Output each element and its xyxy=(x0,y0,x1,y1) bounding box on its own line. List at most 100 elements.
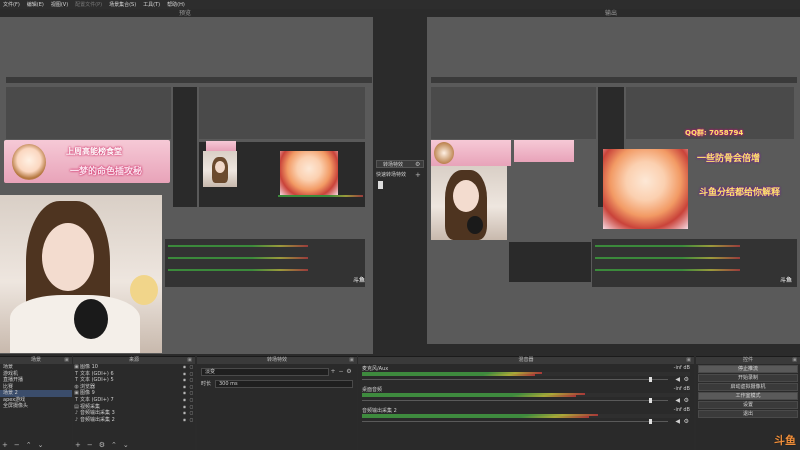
remove-source-icon[interactable]: − xyxy=(87,441,93,449)
nested-meter-r1 xyxy=(595,245,740,247)
dock-float-icon[interactable]: ▣ xyxy=(686,357,691,364)
nested-preview xyxy=(6,87,171,139)
dock-float-icon[interactable]: ▣ xyxy=(349,357,354,364)
source-item[interactable]: ♪ 音频输出采集 2 ◉ ▢ xyxy=(73,417,195,424)
volume-slider[interactable]: ◀ ⚙ xyxy=(362,376,690,383)
visibility-eye-icon[interactable]: ◉ xyxy=(181,364,188,371)
text-icon: T xyxy=(74,370,79,377)
program-nested-logo: 斗鱼 xyxy=(779,277,792,284)
sources-dock: 来源 ▣ ▣ 图像 10 ◉ ▢ T 文本 (GDI+) 6 ◉ ▢ T 文本 (GDI+) 5 ◉ ▢… xyxy=(73,356,195,450)
control-button-2[interactable]: 启动虚拟摄像机 xyxy=(698,383,798,391)
scene-item[interactable]: 全屏摄像头 xyxy=(0,403,72,410)
menu-item-6[interactable]: 帮助(H) xyxy=(167,1,185,8)
visibility-eye-icon[interactable]: ◉ xyxy=(181,417,188,424)
control-button-4[interactable]: 设置 xyxy=(698,401,798,409)
lock-icon[interactable]: ▢ xyxy=(188,397,195,404)
source-item[interactable]: ♪ 音频输出采集 3 ◉ ▢ xyxy=(73,410,195,417)
nested-meter-1 xyxy=(168,245,308,247)
lock-icon[interactable]: ▢ xyxy=(188,390,195,397)
visibility-eye-icon[interactable]: ◉ xyxy=(181,371,188,378)
transition-select[interactable]: 淡变 xyxy=(201,367,329,376)
visibility-eye-icon[interactable]: ◉ xyxy=(181,410,188,417)
control-button-3[interactable]: 工作室模式 xyxy=(698,392,798,400)
capture-icon: ▤ xyxy=(74,403,79,410)
source-name: 浏览器 xyxy=(80,383,96,390)
source-item[interactable]: T 文本 (GDI+) 7 ◉ ▢ xyxy=(73,397,195,404)
volume-slider[interactable]: ◀ ⚙ xyxy=(362,397,690,404)
lock-icon[interactable]: ▢ xyxy=(188,417,195,424)
lock-icon[interactable]: ▢ xyxy=(188,404,195,411)
audio-icon: ♪ xyxy=(74,416,79,423)
add-scene-icon[interactable]: + xyxy=(2,441,8,449)
source-name: 文本 (GDI+) 5 xyxy=(80,377,114,384)
mixer-channel: 麦克风/Aux -inf dB ◀ ⚙ xyxy=(358,364,694,385)
lock-icon[interactable]: ▢ xyxy=(188,371,195,378)
menu-item-5[interactable]: 工具(T) xyxy=(143,1,160,8)
control-button-1[interactable]: 开始录制 xyxy=(698,374,798,382)
add-quick-transition-icon[interactable]: + xyxy=(415,171,421,179)
program-label: 输出 xyxy=(605,10,618,17)
volume-slider[interactable]: ◀ ⚙ xyxy=(362,418,690,425)
channel-settings-icon[interactable]: ⚙ xyxy=(684,418,689,425)
channel-name: 音频输出采集 2 xyxy=(362,408,397,414)
tbar-handle[interactable] xyxy=(378,181,383,189)
remove-scene-icon[interactable]: − xyxy=(14,441,20,449)
source-settings-icon[interactable]: ⚙ xyxy=(99,441,105,449)
scenes-title: 场景 xyxy=(30,357,41,363)
nested-meter-4 xyxy=(278,195,363,197)
douyu-watermark: 斗鱼 xyxy=(774,434,796,447)
visibility-eye-icon[interactable]: ◉ xyxy=(181,404,188,411)
program-webcam-feed xyxy=(431,166,507,240)
lock-icon[interactable]: ▢ xyxy=(188,377,195,384)
speaker-icon[interactable]: ◀ xyxy=(675,418,680,425)
chibi-face-icon xyxy=(12,144,46,180)
dock-float-icon[interactable]: ▣ xyxy=(64,357,69,364)
nested-meter-2 xyxy=(168,257,308,259)
menu-item-1[interactable]: 编辑(E) xyxy=(27,1,44,8)
menu-item-4[interactable]: 场景集合(S) xyxy=(109,1,136,8)
dock-float-icon[interactable]: ▣ xyxy=(187,357,192,364)
visibility-eye-icon[interactable]: ◉ xyxy=(181,397,188,404)
banner-sub-text: 一梦的命色插攻秘 xyxy=(70,167,143,177)
channel-db: -inf dB xyxy=(673,407,690,413)
nested-banner-thumb xyxy=(206,141,236,151)
nested-meter-r3 xyxy=(595,269,740,271)
dock-float-icon[interactable]: ▣ xyxy=(792,357,797,364)
control-button-0[interactable]: 停止推流 xyxy=(698,365,798,373)
nested-scenes-r xyxy=(509,242,591,282)
volume-meter xyxy=(362,393,690,397)
source-item[interactable]: ▣ 图像 10 ◉ ▢ xyxy=(73,364,195,371)
move-up-icon[interactable]: ⌃ xyxy=(26,441,32,449)
source-item[interactable]: ▣ 图像 9 ◉ ▢ xyxy=(73,390,195,397)
transitions-title: 转场特效 xyxy=(266,357,287,363)
preview-canvas[interactable]: 上周高能榜食堂 一梦的命色插攻秘 斗鱼 xyxy=(0,17,373,354)
lock-icon[interactable]: ▢ xyxy=(188,364,195,371)
nested-anime-thumb xyxy=(280,151,338,195)
banner-main-text: 上周高能榜食堂 xyxy=(66,147,122,156)
move-up-icon[interactable]: ⌃ xyxy=(111,441,117,449)
move-down-icon[interactable]: ⌄ xyxy=(123,441,129,449)
transition-props-icon[interactable]: ⚙ xyxy=(345,368,353,375)
move-down-icon[interactable]: ⌄ xyxy=(38,441,44,449)
visibility-eye-icon[interactable]: ◉ xyxy=(181,384,188,391)
remove-transition-icon[interactable]: − xyxy=(337,368,345,375)
source-item[interactable]: T 文本 (GDI+) 5 ◉ ▢ xyxy=(73,377,195,384)
lock-icon[interactable]: ▢ xyxy=(188,410,195,417)
menu-item-0[interactable]: 文件(F) xyxy=(3,1,20,8)
speaker-icon[interactable]: ◀ xyxy=(675,376,680,383)
menu-item-2[interactable]: 视图(V) xyxy=(51,1,68,8)
lock-icon[interactable]: ▢ xyxy=(188,384,195,391)
add-source-icon[interactable]: + xyxy=(75,441,81,449)
add-transition-icon[interactable]: + xyxy=(329,368,337,375)
speaker-icon[interactable]: ◀ xyxy=(675,397,680,404)
visibility-eye-icon[interactable]: ◉ xyxy=(181,390,188,397)
transition-gear-icon[interactable]: ⚙ xyxy=(415,161,420,168)
duration-input[interactable]: 300 ms xyxy=(215,379,353,388)
menu-bar: 文件(F) 编辑(E) 视图(V) 配置文件(P) 场景集合(S) 工具(T) 帮助(H) xyxy=(0,0,800,9)
sources-list: ▣ 图像 10 ◉ ▢ T 文本 (GDI+) 6 ◉ ▢ T 文本 (GDI+) 5 ◉ ▢ ◍ 浏览器… xyxy=(73,364,195,423)
channel-settings-icon[interactable]: ⚙ xyxy=(684,397,689,404)
preview-nested-logo: 斗鱼 xyxy=(352,277,365,284)
channel-settings-icon[interactable]: ⚙ xyxy=(684,376,689,383)
visibility-eye-icon[interactable]: ◉ xyxy=(181,377,188,384)
control-button-5[interactable]: 退出 xyxy=(698,410,798,418)
